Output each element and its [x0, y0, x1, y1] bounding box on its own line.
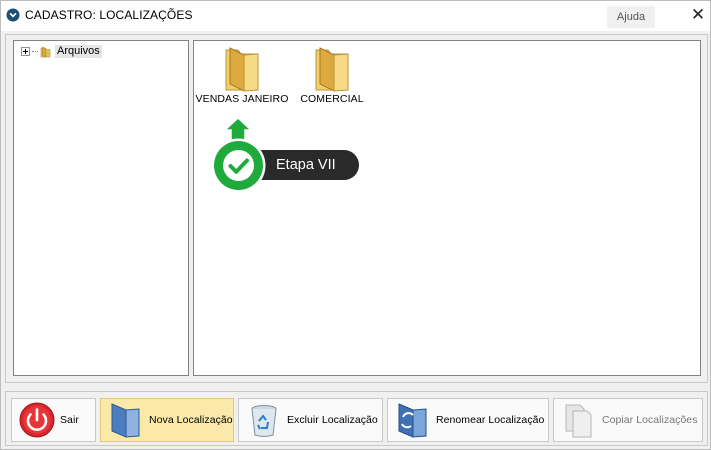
expand-icon[interactable] — [21, 47, 30, 56]
folder-label: VENDAS JANEIRO — [195, 93, 289, 105]
folder-tree[interactable]: Arquivos — [13, 40, 189, 376]
folder-icon — [40, 46, 51, 58]
folder-icon — [225, 47, 259, 92]
folder-item-comercial[interactable]: COMERCIAL — [284, 46, 380, 105]
recycle-bin-icon — [251, 405, 277, 437]
renomear-localizacao-button[interactable]: Renomear Localização — [387, 398, 549, 442]
new-folder-icon — [111, 403, 140, 438]
tree-node-label[interactable]: Arquivos — [55, 45, 102, 58]
power-icon — [19, 402, 55, 438]
copiar-localizacoes-button[interactable]: Copiar Localizações — [553, 398, 703, 442]
tree-node-arquivos[interactable]: Arquivos — [21, 44, 102, 59]
check-circle-icon — [211, 138, 266, 193]
button-label: Copiar Localizações — [602, 414, 698, 426]
folder-item-vendas-janeiro[interactable]: VENDAS JANEIRO — [194, 46, 290, 105]
button-label: Nova Localização — [149, 414, 233, 426]
tree-connector — [32, 51, 38, 52]
excluir-localizacao-button[interactable]: Excluir Localização — [238, 398, 383, 442]
close-icon[interactable]: ✕ — [687, 5, 709, 27]
window: CADASTRO: LOCALIZAÇÕES Ajuda ✕ Arquivos … — [0, 0, 711, 450]
nova-localizacao-button[interactable]: Nova Localização — [100, 398, 234, 442]
app-icon — [6, 8, 20, 22]
folder-label: COMERCIAL — [300, 93, 364, 105]
step-label: Etapa VII — [276, 157, 336, 173]
copy-icon — [565, 404, 592, 438]
folder-icon — [315, 47, 349, 92]
button-label: Sair — [60, 414, 79, 426]
button-label: Renomear Localização — [436, 414, 545, 426]
title-bar: CADASTRO: LOCALIZAÇÕES Ajuda ✕ — [1, 1, 710, 31]
sair-button[interactable]: Sair — [11, 398, 96, 442]
window-title: CADASTRO: LOCALIZAÇÕES — [25, 8, 193, 22]
button-label: Excluir Localização — [287, 414, 378, 426]
rename-icon — [398, 403, 427, 438]
help-button[interactable]: Ajuda — [607, 6, 655, 28]
